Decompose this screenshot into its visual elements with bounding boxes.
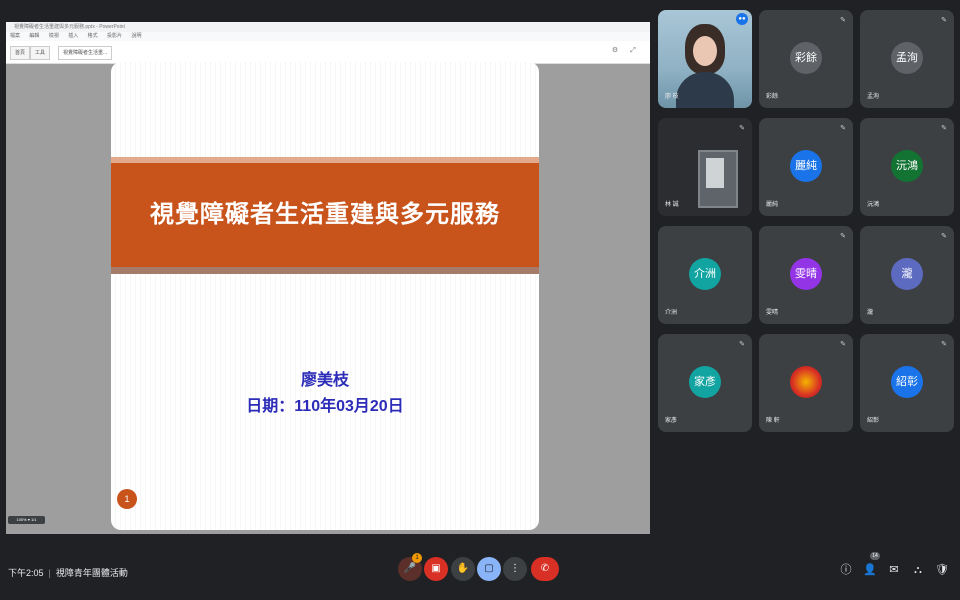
participant-tile[interactable]: ✎ 沅鴻 沅鴻: [860, 118, 954, 216]
people-icon[interactable]: 👤: [862, 562, 878, 578]
raise-hand-count-badge: 1: [412, 553, 422, 563]
participant-name: 孟洵: [867, 94, 880, 100]
participant-name: 彩餘: [766, 94, 779, 100]
slide-page-number: 1: [117, 489, 137, 509]
meeting-time: 下午2:05: [8, 568, 44, 578]
expand-icon[interactable]: ⤢: [628, 46, 638, 56]
zoom-status[interactable]: 100% ▾ 1/1: [8, 516, 45, 524]
slide-date: 日期：110年03月20日: [246, 398, 404, 415]
menu-item[interactable]: 說明: [131, 33, 141, 39]
mic-muted-icon: ✎: [840, 233, 846, 240]
avatar: 瀧: [891, 258, 923, 290]
slide-author: 廖美枝: [300, 372, 349, 389]
menu-item[interactable]: 插入: [68, 33, 78, 39]
participant-name: 沅鴻: [867, 202, 880, 208]
menu-item[interactable]: 投影片: [107, 33, 122, 39]
participant-tile[interactable]: ✎ 瀧 瀧: [860, 226, 954, 324]
menu-item[interactable]: 檢視: [49, 33, 59, 39]
participant-tile[interactable]: ✎ 孟洵 孟洵: [860, 10, 954, 108]
participant-tile[interactable]: ✎ 雯晴 雯晴: [759, 226, 853, 324]
shared-screen: 視覺障礙者生活重建與多元服務.pptx - PowerPoint 檔案 編輯 檢…: [6, 22, 650, 534]
participant-name: 麗純: [766, 202, 779, 208]
settings-icon[interactable]: ⚙: [610, 46, 620, 56]
participant-tile[interactable]: ●● 廖 枝: [658, 10, 752, 108]
window-tab-strip: 首頁 工具 視覺障礙者生活重... ⚙ ⤢: [6, 41, 650, 64]
slide-title-banner: 視覺障礙者生活重建與多元服務: [111, 163, 539, 267]
avatar: 紹彰: [891, 366, 923, 398]
avatar: 沅鴻: [891, 150, 923, 182]
leave-call-button[interactable]: ✆: [531, 557, 559, 581]
mic-muted-icon: ✎: [941, 341, 947, 348]
mic-muted-icon: ✎: [840, 17, 846, 24]
present-button[interactable]: ▢: [477, 557, 501, 581]
avatar: 麗純: [790, 150, 822, 182]
camera-toggle-button[interactable]: ▣: [424, 557, 448, 581]
raise-hand-button[interactable]: ✋: [451, 557, 475, 581]
mic-muted-icon: ✎: [739, 341, 745, 348]
tab-tools[interactable]: 工具: [30, 46, 51, 60]
avatar: 孟洵: [891, 42, 923, 74]
participant-tile[interactable]: ✎ 麗純 麗純: [759, 118, 853, 216]
slide-band-bottom: [111, 267, 539, 274]
participant-name: 家彥: [665, 418, 678, 424]
speaking-indicator-icon: ●●: [736, 13, 748, 25]
avatar: 雯晴: [790, 258, 822, 290]
menu-item[interactable]: 編輯: [29, 33, 39, 39]
participant-tile[interactable]: ✎ 林 誠: [658, 118, 752, 216]
menu-item[interactable]: 檔案: [10, 33, 20, 39]
slide: 視覺障礙者生活重建與多元服務 廖美枝 日期：110年03月20日 1: [111, 62, 539, 530]
meeting-info: 下午2:05 | 視障青年團體活動: [8, 568, 128, 578]
info-icon[interactable]: ⓘ: [838, 562, 854, 578]
activities-icon[interactable]: ⛬: [910, 562, 926, 578]
participant-name: 廖 枝: [665, 94, 679, 100]
participant-tile[interactable]: ✎ 家彥 家彥: [658, 334, 752, 432]
participant-name: 雯晴: [766, 310, 779, 316]
participant-name: 林 誠: [665, 202, 679, 208]
window-menu-bar: 檔案 編輯 檢視 插入 格式 投影片 說明: [6, 32, 650, 41]
participant-name: 介洲: [665, 310, 678, 316]
participant-tile[interactable]: 介洲 介洲: [658, 226, 752, 324]
participant-name: 紹彰: [867, 418, 880, 424]
mic-muted-icon: ✎: [941, 233, 947, 240]
menu-item[interactable]: 格式: [88, 33, 98, 39]
chat-icon[interactable]: ✉: [886, 562, 902, 578]
mic-muted-icon: ✎: [840, 341, 846, 348]
mic-muted-icon: ✎: [739, 125, 745, 132]
tab-document[interactable]: 視覺障礙者生活重...: [58, 46, 113, 60]
mic-muted-icon: ✎: [941, 17, 947, 24]
slide-title: 視覺障礙者生活重建與多元服務: [150, 201, 500, 228]
avatar: 介洲: [689, 258, 721, 290]
avatar-logo: [790, 366, 822, 398]
participant-tile[interactable]: ✎ 彩餘 彩餘: [759, 10, 853, 108]
participant-tile[interactable]: ✎ 紹彰 紹彰: [860, 334, 954, 432]
meeting-control-bar: 下午2:05 | 視障青年團體活動 🎤 1 ▣ ✋ ▢ ⋮ ✆ ⓘ 👤 14 ✉ ⛬…: [0, 540, 960, 600]
mic-muted-icon: ✎: [840, 125, 846, 132]
meeting-name: 視障青年團體活動: [55, 568, 128, 578]
participant-count: 14: [870, 552, 880, 560]
host-controls-icon[interactable]: 🛡: [934, 562, 950, 578]
more-options-button[interactable]: ⋮: [503, 557, 527, 581]
participant-tile[interactable]: ✎ 陳 軒: [759, 334, 853, 432]
window-title: 視覺障礙者生活重建與多元服務.pptx - PowerPoint: [6, 22, 650, 32]
participant-name: 瀧: [867, 310, 874, 316]
avatar: 彩餘: [790, 42, 822, 74]
mic-muted-icon: ✎: [941, 125, 947, 132]
avatar: 家彥: [689, 366, 721, 398]
tab-home[interactable]: 首頁: [10, 46, 31, 60]
participant-name: 陳 軒: [766, 418, 780, 424]
